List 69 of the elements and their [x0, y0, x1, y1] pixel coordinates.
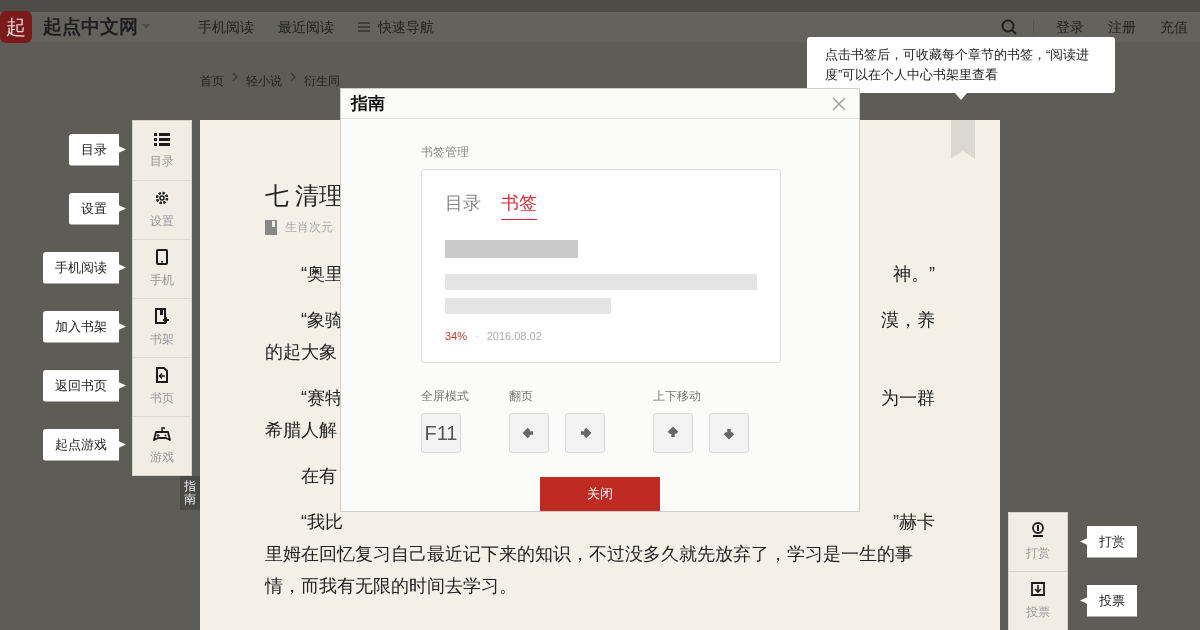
shortcut-label: 全屏模式	[421, 388, 470, 405]
paragraph-text: “我比	[301, 510, 343, 534]
chevron-right-icon	[290, 72, 296, 82]
tooltip: 手机阅读	[43, 251, 126, 284]
account-link[interactable]: 登录	[1056, 16, 1084, 38]
nav-link[interactable]: 最近阅读	[278, 16, 334, 38]
gamepad-icon	[153, 426, 171, 442]
paragraph-text: “赛特	[301, 386, 343, 410]
close-icon	[832, 96, 846, 111]
tooltip: 返回书页	[43, 369, 126, 402]
tooltip: 打赏	[1080, 525, 1137, 558]
list-icon	[154, 131, 170, 146]
toolbar-button[interactable]: 游戏	[133, 416, 191, 475]
bookmark-tooltip: 点击书签后，可收藏每个章节的书签，“阅读进度”可以在个人中心书架里查看	[807, 37, 1115, 93]
tooltip: 目录	[69, 133, 126, 166]
paragraph-text: 漠，养	[881, 308, 935, 332]
toolbar-button[interactable]: 设置	[133, 180, 191, 239]
keyboard-key: F11	[421, 413, 461, 453]
account-link[interactable]: 注册	[1108, 16, 1136, 38]
dialog-title: 指南	[351, 92, 385, 115]
breadcrumb-link[interactable]: 首页	[200, 72, 224, 90]
tooltip-pointer-icon	[955, 93, 967, 100]
toolbar-button[interactable]: 投票	[1008, 571, 1068, 630]
settings-icon	[154, 190, 170, 206]
nav-link[interactable]: 手机阅读	[198, 16, 254, 38]
bookmark-date: 2016.08.02	[486, 329, 542, 344]
paragraph-text: 希腊人解	[265, 418, 337, 442]
return-page-icon	[156, 367, 168, 383]
ticket-icon	[1030, 581, 1046, 597]
separator-dot: ·	[475, 329, 479, 344]
toolbar-button[interactable]: 目录	[133, 121, 191, 180]
close-dialog-button[interactable]: 关闭	[540, 477, 660, 511]
paragraph-text: ”赫卡	[893, 510, 935, 534]
search-icon[interactable]	[1001, 19, 1017, 35]
tooltip: 起点游戏	[43, 428, 126, 461]
close-button[interactable]	[831, 95, 847, 112]
progress-percent: 34%	[445, 329, 468, 344]
book-name: 生肖次元	[285, 219, 333, 236]
tooltip: 投票	[1080, 584, 1137, 617]
tab-label: 书签	[501, 190, 537, 220]
guide-tab[interactable]: 指南	[180, 476, 200, 511]
shortcut-label: 翻页	[509, 388, 534, 405]
toolbar-button[interactable]: 书架	[133, 298, 191, 357]
site-logo[interactable]: 起	[0, 11, 32, 43]
paragraph-text: “象骑	[301, 308, 343, 332]
tooltip: 设置	[69, 192, 126, 225]
site-name[interactable]: 起点中文网	[43, 12, 138, 42]
chevron-right-icon	[232, 72, 238, 82]
toolbar-button[interactable]: 手机	[133, 239, 191, 298]
toolbar-button[interactable]: 书页	[133, 357, 191, 416]
tooltip: 加入书架	[43, 310, 126, 343]
nav-link[interactable]: 快速导航	[358, 16, 434, 38]
tab-label: 目录	[445, 192, 481, 215]
phone-icon	[156, 249, 168, 265]
account-link[interactable]: 充值	[1160, 16, 1188, 38]
shortcut-label: 上下移动	[653, 388, 702, 405]
book-icon	[265, 219, 277, 235]
paragraph-text: 情，而我有无限的时间去学习。	[265, 574, 517, 598]
paragraph-text: 里姆在回忆复习自己最近记下来的知识，不过没多久就先放弃了，学习是一生的事	[265, 542, 913, 566]
paragraph-text: 神。”	[893, 262, 935, 286]
paragraph-text: “奥里	[301, 262, 343, 286]
toolbar-button[interactable]: 打赏	[1008, 512, 1068, 571]
paragraph-text: 的起大象	[265, 340, 337, 364]
coin-icon	[1030, 522, 1046, 538]
paragraph-text: 为一群	[881, 386, 935, 410]
menu-icon	[358, 22, 370, 32]
add-book-icon	[155, 308, 169, 324]
section-label: 书签管理	[421, 144, 470, 161]
paragraph-text: 在有	[301, 464, 337, 488]
